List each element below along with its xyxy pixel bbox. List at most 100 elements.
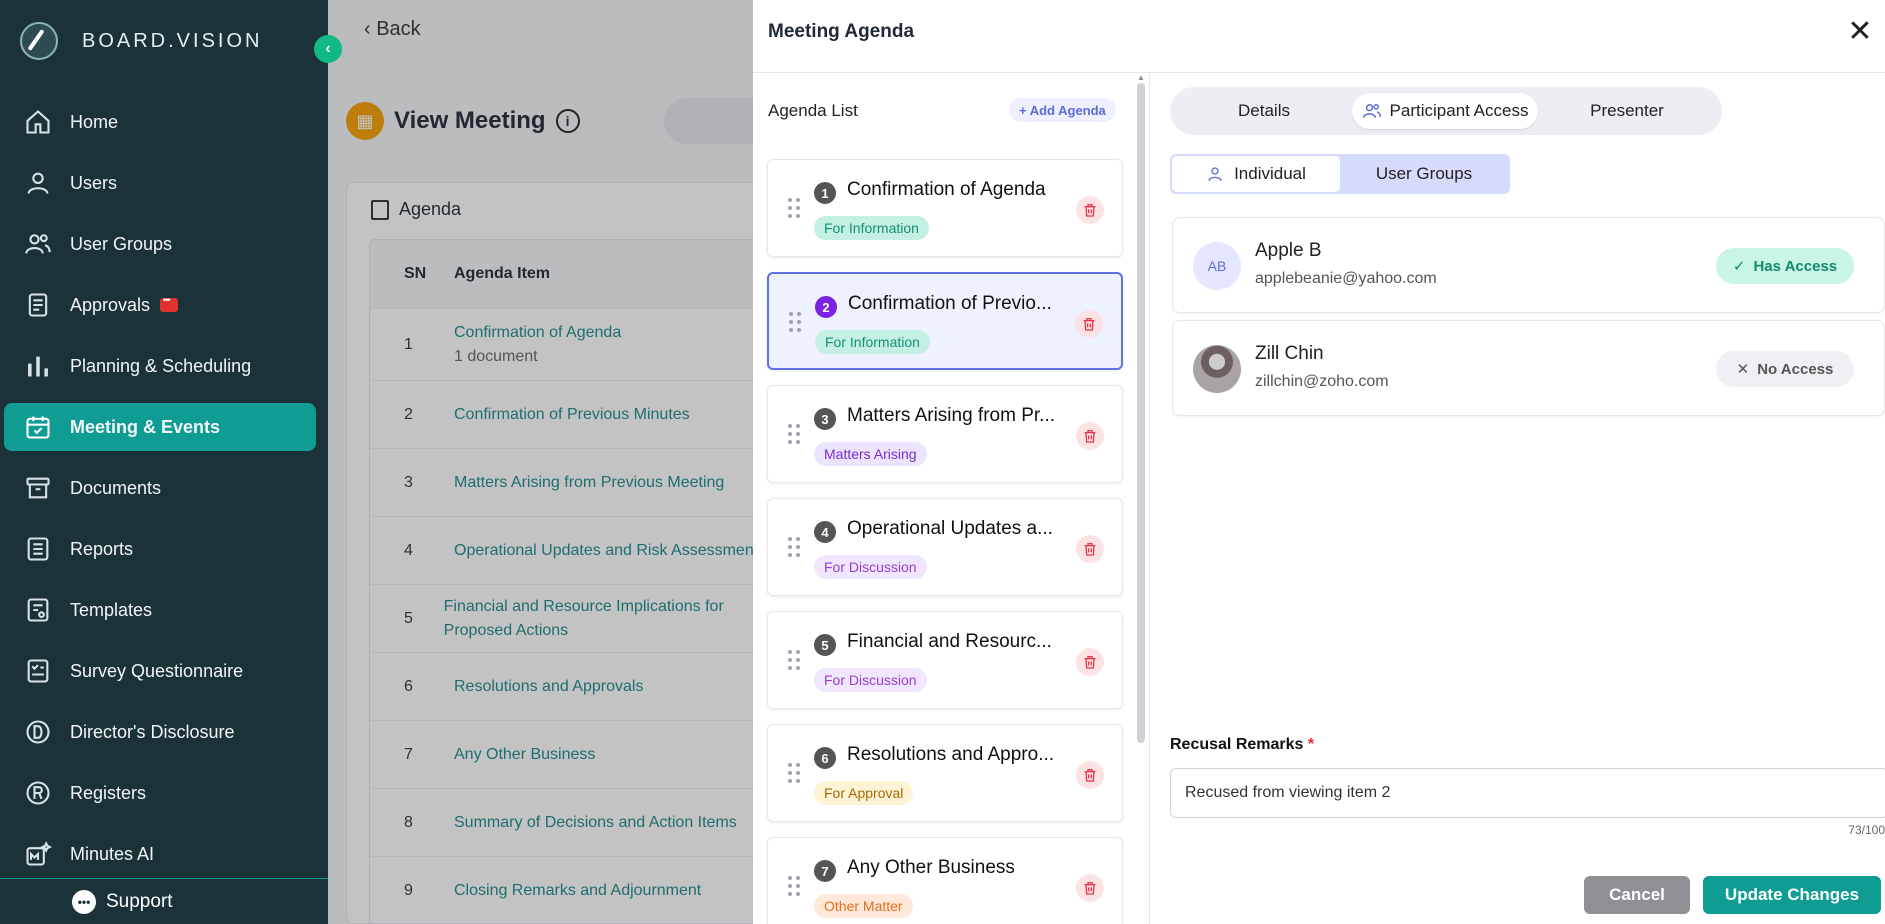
detail-pane: Details Participant Access Presenter Ind…: [1150, 73, 1885, 924]
sidebar-item-reports[interactable]: Reports: [4, 525, 316, 573]
required-marker: *: [1307, 736, 1315, 753]
agenda-title: Financial and Resourc...: [847, 631, 1052, 652]
add-agenda-button[interactable]: + Add Agenda: [1009, 98, 1116, 122]
scrollbar[interactable]: [1137, 83, 1145, 743]
sidebar-item-home[interactable]: Home: [4, 98, 316, 146]
cancel-button[interactable]: Cancel: [1584, 876, 1690, 914]
sidebar-item-survey[interactable]: Survey Questionnaire: [4, 647, 316, 695]
sidebar-item-label: Home: [70, 111, 119, 132]
sidebar-item-approvals[interactable]: Approvals: [4, 281, 316, 329]
drag-handle-icon[interactable]: [788, 650, 800, 672]
scroll-up-icon[interactable]: ▲: [1137, 73, 1145, 82]
avatar: [1193, 345, 1241, 393]
agenda-title: Resolutions and Appro...: [847, 744, 1055, 765]
drag-handle-icon[interactable]: [788, 198, 800, 220]
x-icon: ✕: [1736, 361, 1750, 378]
drag-handle-icon[interactable]: [788, 876, 800, 898]
agenda-title: Any Other Business: [847, 857, 1015, 878]
r-circle-icon: [24, 779, 52, 807]
agenda-list-item[interactable]: 7 Any Other Business Other Matter: [767, 837, 1123, 924]
access-subtabs: Individual User Groups: [1170, 154, 1510, 194]
list-icon: [24, 535, 52, 563]
participant-card: AB Apple B applebeanie@yahoo.com ✓ Has A…: [1172, 217, 1885, 313]
sidebar-nav: Home Users User Groups Approvals Plannin…: [0, 98, 328, 891]
delete-button[interactable]: [1076, 761, 1104, 789]
agenda-list-label: Agenda List: [768, 101, 858, 120]
agenda-tag: For Discussion: [814, 668, 927, 692]
subtab-user-groups[interactable]: User Groups: [1340, 156, 1508, 192]
delete-button[interactable]: [1075, 310, 1103, 338]
agenda-list-item[interactable]: 5 Financial and Resourc... For Discussio…: [767, 611, 1123, 709]
agenda-number: 5: [814, 634, 836, 656]
delete-button[interactable]: [1076, 196, 1104, 224]
sidebar-item-users[interactable]: Users: [4, 159, 316, 207]
user-icon: [24, 169, 52, 197]
sidebar-item-user-groups[interactable]: User Groups: [4, 220, 316, 268]
tab-participant-access[interactable]: Participant Access: [1352, 93, 1538, 129]
sidebar-item-meeting-events[interactable]: Meeting & Events: [4, 403, 316, 451]
update-changes-button[interactable]: Update Changes: [1703, 876, 1881, 914]
tab-presenter[interactable]: Presenter: [1538, 93, 1716, 129]
trash-icon: [1083, 318, 1095, 331]
agenda-title: Confirmation of Previo...: [848, 293, 1052, 314]
support-button[interactable]: ••• Support: [0, 878, 328, 924]
clipboard-icon: [24, 291, 52, 319]
sidebar-item-directors-disclosure[interactable]: Director's Disclosure: [4, 708, 316, 756]
agenda-tag: Matters Arising: [814, 442, 927, 466]
participant-email: applebeanie@yahoo.com: [1255, 270, 1437, 287]
agenda-list-item[interactable]: 6 Resolutions and Appro... For Approval: [767, 724, 1123, 822]
chat-bubble-icon: •••: [72, 889, 96, 914]
archive-icon: [24, 474, 52, 502]
agenda-tag: For Discussion: [814, 555, 927, 579]
agenda-number: 6: [814, 747, 836, 769]
delete-button[interactable]: [1076, 874, 1104, 902]
drag-handle-icon[interactable]: [788, 763, 800, 785]
collapse-sidebar-button[interactable]: ‹: [314, 35, 342, 63]
modal-title: Meeting Agenda: [768, 21, 915, 42]
trash-icon: [1084, 769, 1096, 782]
sidebar-item-label: Documents: [70, 477, 162, 498]
brand[interactable]: BOARD.VISION: [20, 22, 262, 60]
delete-button[interactable]: [1076, 535, 1104, 563]
delete-button[interactable]: [1076, 648, 1104, 676]
sidebar-item-label: Reports: [70, 538, 134, 559]
recusal-remarks-input[interactable]: Recused from viewing item 2: [1170, 768, 1885, 818]
sidebar-item-label: Registers: [70, 782, 147, 803]
agenda-number: 2: [815, 296, 837, 318]
d-circle-icon: [24, 718, 52, 746]
close-icon[interactable]: ✕: [1845, 17, 1875, 48]
sidebar-item-planning[interactable]: Planning & Scheduling: [4, 342, 316, 390]
drag-handle-icon[interactable]: [788, 537, 800, 559]
recusal-remarks-label: Recusal Remarks *: [1170, 736, 1315, 753]
agenda-list: 1 Confirmation of Agenda For Information…: [767, 159, 1123, 924]
check-icon: ✓: [1732, 258, 1746, 275]
access-toggle-button[interactable]: ✕ No Access: [1716, 351, 1854, 387]
agenda-list-item-selected[interactable]: 2 Confirmation of Previo... For Informat…: [767, 272, 1123, 370]
agenda-title: Matters Arising from Pr...: [847, 405, 1055, 426]
sidebar-item-registers[interactable]: Registers: [4, 769, 316, 817]
agenda-tag: For Information: [814, 216, 929, 240]
agenda-list-item[interactable]: 4 Operational Updates a... For Discussio…: [767, 498, 1123, 596]
drag-handle-icon[interactable]: [789, 312, 801, 334]
sidebar-item-label: Minutes AI: [70, 843, 155, 864]
subtab-individual[interactable]: Individual: [1172, 156, 1340, 192]
participant-email: zillchin@zoho.com: [1255, 373, 1389, 390]
agenda-number: 4: [814, 521, 836, 543]
sidebar-item-documents[interactable]: Documents: [4, 464, 316, 512]
agenda-list-item[interactable]: 3 Matters Arising from Pr... Matters Ari…: [767, 385, 1123, 483]
tab-details[interactable]: Details: [1176, 93, 1352, 129]
chevron-left-icon: ‹: [325, 40, 331, 57]
sidebar-item-label: Templates: [70, 599, 153, 620]
agenda-tag: For Approval: [814, 781, 914, 805]
trash-icon: [1084, 543, 1096, 556]
sidebar-item-minutes-ai[interactable]: Minutes AI: [4, 830, 316, 878]
access-toggle-button[interactable]: ✓ Has Access: [1716, 248, 1854, 284]
sidebar-item-templates[interactable]: Templates: [4, 586, 316, 634]
agenda-list-pane: Agenda List + Add Agenda ▲ 1 Confirmatio…: [753, 73, 1150, 924]
template-icon: [24, 596, 52, 624]
delete-button[interactable]: [1076, 422, 1104, 450]
drag-handle-icon[interactable]: [788, 424, 800, 446]
agenda-number: 7: [814, 860, 836, 882]
agenda-list-item[interactable]: 1 Confirmation of Agenda For Information: [767, 159, 1123, 257]
checklist-icon: [24, 657, 52, 685]
